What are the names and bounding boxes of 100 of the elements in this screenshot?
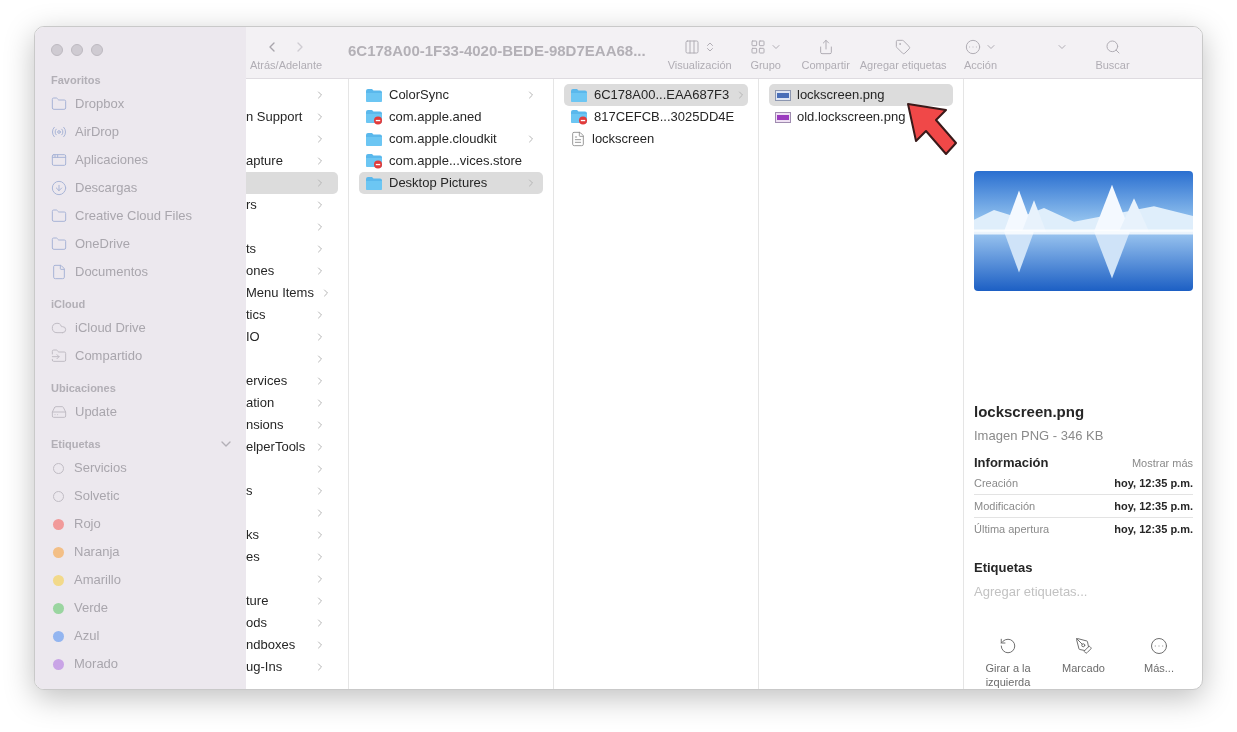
- window-control[interactable]: [71, 44, 83, 56]
- app-window-icon: [51, 152, 67, 168]
- file-row[interactable]: old.lockscreen.png: [769, 106, 953, 128]
- file-row[interactable]: es: [246, 546, 338, 568]
- window-control[interactable]: [51, 44, 63, 56]
- file-row[interactable]: n Support: [246, 106, 338, 128]
- folder-icon: [51, 208, 67, 224]
- download-icon: [51, 180, 67, 196]
- file-row[interactable]: com.apple...vices.store: [359, 150, 543, 172]
- info-label: Última apertura: [974, 521, 1050, 537]
- restricted-folder-icon: [570, 109, 588, 125]
- show-more-link[interactable]: Mostrar más: [1131, 455, 1193, 472]
- file-name: ts: [246, 240, 258, 259]
- file-name: Desktop Pictures: [389, 174, 489, 193]
- tag-icon: [895, 39, 912, 55]
- info-label: Modificación: [974, 498, 1036, 514]
- image-file-icon: [775, 89, 791, 101]
- tags-field[interactable]: Agregar etiquetas...: [974, 581, 1193, 601]
- ellipsis-icon: [964, 39, 981, 55]
- section-title: iCloud: [51, 296, 86, 312]
- file-name: ation: [246, 394, 276, 413]
- file-name: 6C178A00...EAA687F3: [594, 86, 730, 105]
- shared-folder-icon: [51, 348, 67, 364]
- file-row[interactable]: ts: [246, 238, 338, 260]
- file-row[interactable]: nsions: [246, 414, 338, 436]
- file-row[interactable]: ks: [246, 524, 338, 546]
- quick-action-button[interactable]: Girar a la izquierda: [974, 637, 1042, 689]
- file-row[interactable]: apture: [246, 150, 338, 172]
- file-row[interactable]: tics: [246, 304, 338, 326]
- columns-icon: [683, 39, 700, 55]
- file-name: elperTools: [246, 438, 307, 457]
- grid-icon: [749, 39, 766, 55]
- folder-icon: [365, 175, 383, 191]
- file-name: old.lockscreen.png: [797, 108, 907, 127]
- file-name: tics: [246, 306, 267, 325]
- drive-icon: [51, 404, 67, 420]
- info-value: hoy, 12:35 p.m.: [1114, 521, 1193, 537]
- file-name: ug-Ins: [246, 658, 284, 677]
- file-name: n Support: [246, 108, 304, 127]
- file-name: Menu Items: [246, 284, 314, 303]
- cloud-icon: [51, 320, 67, 336]
- window-title: 6C178A00-1F33-4020-BEDE-98D7EAA68...: [348, 41, 646, 61]
- file-name: lockscreen: [592, 130, 656, 149]
- file-name: nsions: [246, 416, 285, 435]
- file-name: ndboxes: [246, 636, 297, 655]
- quick-action-button[interactable]: Marcado: [1049, 637, 1118, 689]
- folder-icon: [51, 236, 67, 252]
- file-row[interactable]: ation: [246, 392, 338, 414]
- search-icon: [1104, 39, 1121, 55]
- file-row[interactable]: ods: [246, 612, 338, 634]
- file-name: ods: [246, 614, 268, 633]
- file-row[interactable]: elperTools: [246, 436, 338, 458]
- file-name: ones: [246, 262, 276, 281]
- file-row[interactable]: ndboxes: [246, 634, 338, 656]
- info-value: hoy, 12:35 p.m.: [1114, 498, 1193, 514]
- section-title: Ubicaciones: [51, 380, 116, 396]
- quick-action-button[interactable]: Más...: [1125, 637, 1193, 689]
- file-row[interactable]: IO: [246, 326, 338, 348]
- toolbar-label: Atrás/Adelante: [249, 58, 323, 73]
- file-name: rs: [246, 196, 258, 215]
- file-row[interactable]: ug-Ins: [246, 656, 338, 678]
- file-row[interactable]: com.apple.cloudkit: [359, 128, 543, 150]
- file-name: com.apple...vices.store: [389, 152, 523, 171]
- file-row[interactable]: ColorSync: [359, 84, 543, 106]
- file-name: ColorSync: [389, 86, 450, 105]
- document-icon: [51, 264, 67, 280]
- pen-icon: [1074, 637, 1093, 655]
- file-row[interactable]: 817CEFCB...3025DD4E: [564, 106, 748, 128]
- file-row[interactable]: rs: [246, 194, 338, 216]
- restricted-folder-icon: [365, 109, 383, 125]
- file-row[interactable]: lockscreen.png: [769, 84, 953, 106]
- file-row[interactable]: [246, 172, 338, 194]
- file-name: lockscreen.png: [797, 86, 886, 105]
- file-row[interactable]: s: [246, 480, 338, 502]
- info-value: hoy, 12:35 p.m.: [1114, 476, 1193, 492]
- info-title: Información: [974, 454, 1049, 473]
- file-row[interactable]: ture: [246, 590, 338, 612]
- file-title: lockscreen.png: [974, 402, 1086, 423]
- file-name: s: [246, 482, 254, 501]
- file-row[interactable]: Desktop Pictures: [359, 172, 543, 194]
- file-row[interactable]: lockscreen: [564, 128, 748, 150]
- file-row[interactable]: ervices: [246, 370, 338, 392]
- folder-icon: [365, 131, 383, 147]
- share-icon: [817, 39, 834, 55]
- image-file-icon: [775, 111, 791, 123]
- window-control[interactable]: [91, 44, 103, 56]
- file-row[interactable]: 6C178A00...EAA687F3: [564, 84, 748, 106]
- ellipsis-icon: [1150, 637, 1168, 655]
- airdrop-icon: [51, 124, 67, 140]
- file-row[interactable]: com.apple.aned: [359, 106, 543, 128]
- file-row[interactable]: Menu Items: [246, 282, 338, 304]
- file-name: com.apple.aned: [389, 108, 483, 127]
- file-row[interactable]: ones: [246, 260, 338, 282]
- section-title: Etiquetas: [51, 436, 101, 452]
- file-name: apture: [246, 152, 284, 171]
- file-name: com.apple.cloudkit: [389, 130, 498, 149]
- file-name: ervices: [246, 372, 289, 391]
- file-name: es: [246, 548, 261, 567]
- restricted-folder-icon: [365, 153, 383, 169]
- document-icon: [570, 131, 586, 147]
